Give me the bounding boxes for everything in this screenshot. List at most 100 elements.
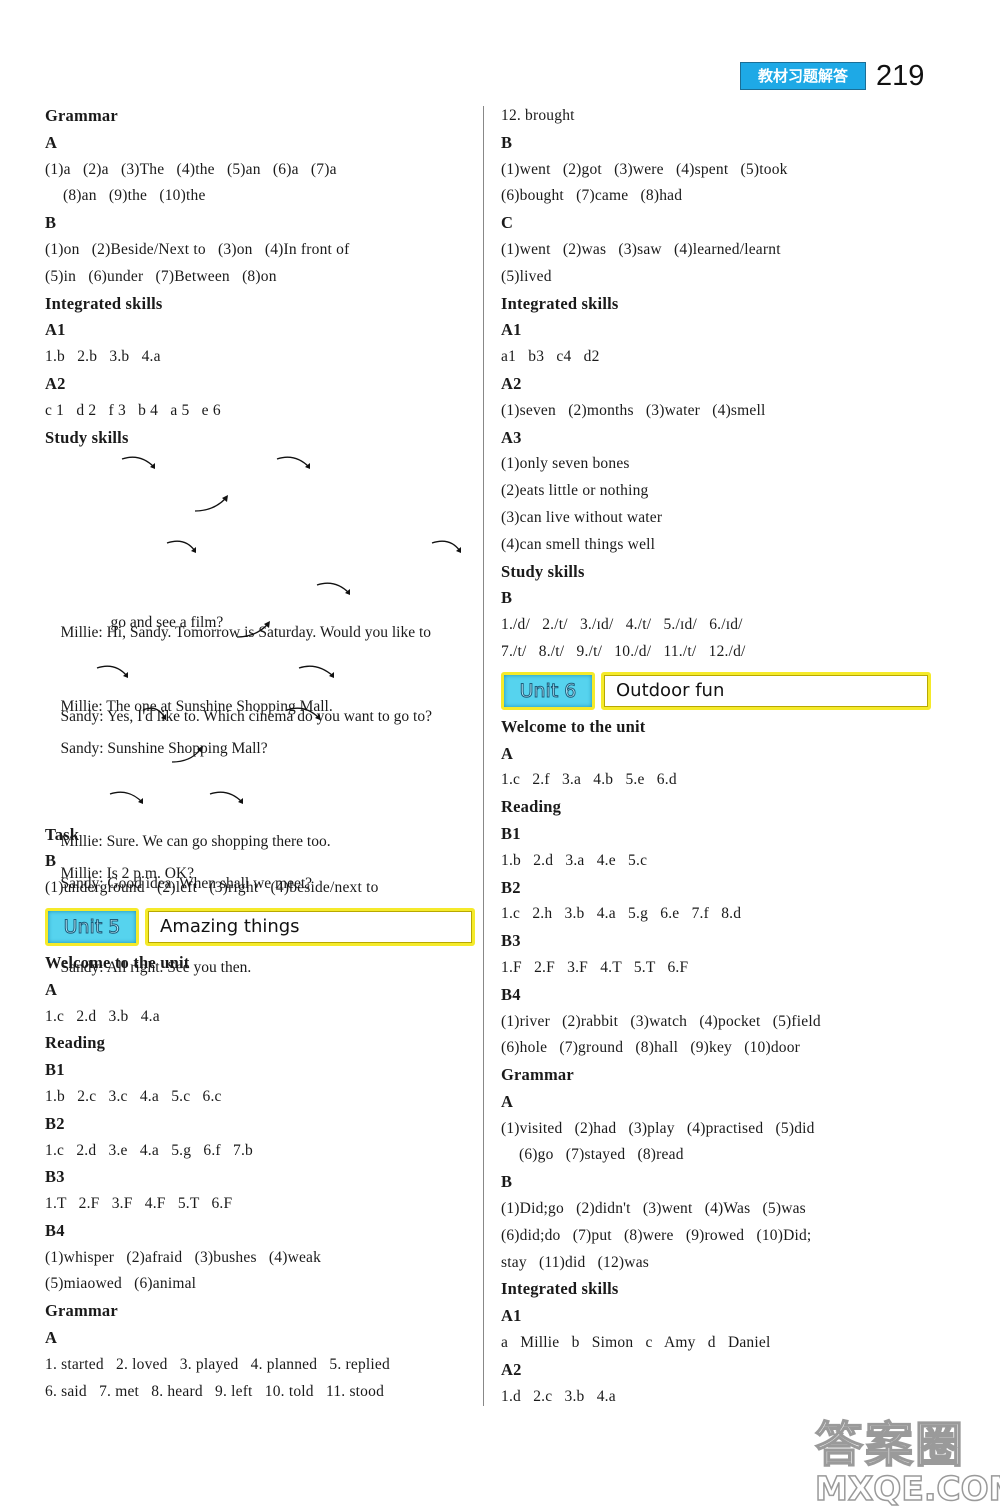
unit-badge: Unit 6	[501, 671, 595, 710]
answer-line: 1.c 2.f 3.a 4.b 5.e 6.d	[501, 771, 677, 789]
subsection-label: B2	[45, 1113, 65, 1133]
column-divider	[483, 106, 484, 1406]
section-heading: Study skills	[45, 427, 129, 447]
answer-line: (3)can live without water	[501, 508, 663, 526]
answer-line: (2)eats little or nothing	[501, 482, 649, 500]
intonation-falling-arrow-icon	[166, 540, 196, 553]
intonation-falling-arrow-icon	[276, 456, 310, 470]
dialogue-text: Millie: Is 2 p.m. OK?	[60, 864, 194, 882]
intonation-rising-arrow-icon	[194, 495, 228, 512]
subsection-label: A1	[45, 320, 66, 340]
dialogue-line: Sandy: Good idea. When shall we meet?	[45, 702, 475, 892]
answer-line: c 1 d 2 f 3 b 4 a 5 e 6	[45, 401, 221, 419]
page-number: 219	[876, 59, 925, 92]
answer-line: stay (11)did (12)was	[501, 1253, 650, 1271]
subsection-label: A	[501, 1091, 514, 1111]
dialogue-text: Sandy: All right. See you then.	[60, 958, 252, 976]
subsection-label: B3	[501, 931, 521, 951]
intonation-falling-arrow-icon	[316, 582, 350, 595]
right-column: 12. brought B (1)went (2)got (3)were (4)…	[501, 103, 931, 1410]
subsection-label: B3	[45, 1167, 65, 1187]
watermark-url: MXQE.COM	[814, 1468, 1000, 1508]
answer-line: (1)a (2)a (3)The (4)the (5)an (6)a (7)a	[45, 160, 337, 178]
unit-title: Outdoor fun	[601, 671, 931, 710]
answer-line: 1.F 2.F 3.F 4.T 5.T 6.F	[501, 958, 689, 976]
subsection-label: C	[501, 213, 514, 233]
answer-line: 1.c 2.d 3.b 4.a	[45, 1007, 160, 1025]
answer-line: 1.T 2.F 3.F 4.F 5.T 6.F	[45, 1195, 233, 1213]
subsection-label: B	[501, 1172, 513, 1192]
dialogue-line: Millie: Hi, Sandy. Tomorrow is Saturday.…	[45, 451, 475, 641]
answer-line: 6. said 7. met 8. heard 9. left 10. told…	[45, 1382, 385, 1400]
left-column: Grammar A (1)a (2)a (3)The (4)the (5)an …	[45, 103, 475, 1405]
dialogue-line: Sandy: All right. See you then.	[45, 786, 475, 976]
dialogue-line: Millie: Is 2 p.m. OK?	[45, 744, 475, 882]
answer-line: (1)went (2)was (3)saw (4)learned/learnt	[501, 240, 781, 258]
subsection-label: B1	[501, 823, 521, 843]
answer-line: (1)river (2)rabbit (3)watch (4)pocket (5…	[501, 1012, 821, 1030]
answer-line: (6)hole (7)ground (8)hall (9)key (10)doo…	[501, 1039, 801, 1057]
answer-line: (5)lived	[501, 267, 552, 285]
page-header: 教材习题解答 219	[740, 59, 925, 92]
dialogue-line: Millie: The one at Sunshine Shopping Mal…	[45, 577, 475, 715]
subsection-label: A2	[501, 373, 522, 393]
subsection-label: B	[501, 132, 513, 152]
answer-line: (6)did;do (7)put (8)were (9)rowed (10)Di…	[501, 1226, 812, 1244]
intonation-falling-arrow-icon	[121, 456, 155, 470]
subsection-label: A1	[501, 320, 522, 340]
section-badge: 教材习题解答	[740, 62, 866, 90]
section-heading: Grammar	[501, 1065, 574, 1085]
answer-line: (1)whisper (2)afraid (3)bushes (4)weak	[45, 1248, 322, 1266]
dialogue-line: Sandy: Yes, I'd like to. Which cinema do…	[45, 535, 475, 725]
section-heading: Grammar	[45, 1301, 118, 1321]
answer-line: 12. brought	[501, 107, 575, 124]
answer-line: 7./t/ 8./t/ 9./t/ 10./d/ 11./t/ 12./d/	[501, 642, 746, 660]
intonation-falling-arrow-icon	[431, 540, 461, 553]
answer-line: 1. started 2. loved 3. played 4. planned…	[45, 1355, 390, 1373]
section-heading: Grammar	[45, 106, 118, 125]
dialogue-line: go and see a film?	[45, 493, 475, 631]
intonation-falling-arrow-icon	[96, 665, 128, 679]
answer-line: (5)miaowed (6)animal	[45, 1275, 197, 1293]
answer-line: (8)an (9)the (10)the	[63, 187, 206, 205]
answer-line: (1)visited (2)had (3)play (4)practised (…	[501, 1119, 815, 1137]
unit-6-banner: Unit 6 Outdoor fun	[501, 670, 931, 712]
answer-line: (4)can smell things well	[501, 535, 656, 553]
section-heading: Reading	[501, 797, 562, 817]
answer-line: (1)seven (2)months (3)water (4)smell	[501, 401, 766, 419]
answer-line: a1 b3 c4 d2	[501, 348, 600, 366]
subsection-label: B2	[501, 877, 521, 897]
subsection-label: B	[501, 588, 513, 608]
answer-line: (1)Did;go (2)didn't (3)went (4)Was (5)wa…	[501, 1200, 806, 1218]
subsection-label: B	[45, 213, 57, 233]
subsection-label: A	[45, 132, 58, 152]
watermark-logo: 答案圈 MXQE.COM	[814, 1405, 1000, 1508]
answer-line: 1.c 2.d 3.e 4.a 5.g 6.f 7.b	[45, 1141, 253, 1159]
answer-line: 1.c 2.h 3.b 4.a 5.g 6.e 7.f 8.d	[501, 905, 742, 923]
unit-title: Amazing things	[145, 907, 475, 946]
intonation-falling-arrow-icon	[142, 707, 166, 721]
subsection-label: A	[45, 1328, 58, 1348]
intonation-rising-arrow-icon	[236, 620, 270, 638]
intonation-falling-arrow-icon	[298, 665, 334, 679]
answer-line: (6)bought (7)came (8)had	[501, 187, 683, 205]
answer-line: 1.b 2.d 3.a 4.e 5.c	[501, 851, 648, 869]
section-heading: Welcome to the unit	[501, 716, 646, 736]
section-heading: Integrated skills	[501, 293, 619, 313]
dialogue-line: Millie: Sure. We can go shopping there t…	[45, 660, 475, 850]
answer-line: (5)in (6)under (7)Between (8)on	[45, 267, 277, 285]
answer-line: a Millie b Simon c Amy d Daniel	[501, 1334, 771, 1352]
section-heading: Reading	[45, 1033, 106, 1053]
watermark-text: 答案圈	[814, 1416, 966, 1474]
intonation-falling-arrow-icon	[109, 791, 143, 804]
intonation-falling-arrow-icon	[286, 707, 320, 721]
subsection-label: B1	[45, 1060, 65, 1080]
subsection-label: A1	[501, 1306, 522, 1326]
subsection-label: A2	[501, 1359, 522, 1379]
answer-line: 1.b 2.c 3.c 4.a 5.c 6.c	[45, 1087, 222, 1105]
subsection-label: B4	[45, 1220, 65, 1240]
section-heading: Study skills	[501, 561, 585, 581]
answer-line: (6)go (7)stayed (8)read	[519, 1146, 684, 1164]
subsection-label: B4	[501, 984, 521, 1004]
section-heading: Integrated skills	[45, 293, 163, 313]
